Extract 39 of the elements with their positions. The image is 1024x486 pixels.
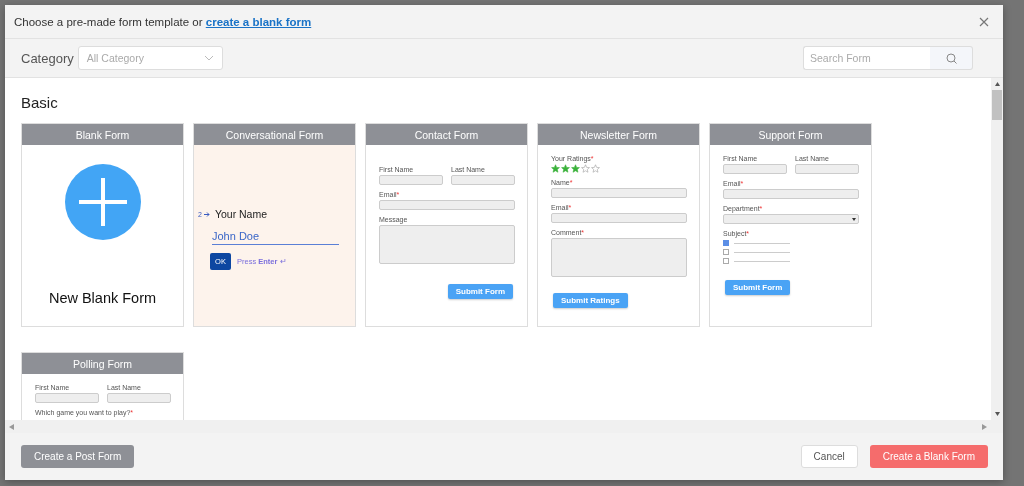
card-title: Newsletter Form xyxy=(538,124,699,145)
template-card[interactable]: Blank Form New Blank Form xyxy=(21,123,184,327)
question-text: Your Name xyxy=(214,208,268,220)
input-field xyxy=(107,393,171,403)
card-title: Conversational Form xyxy=(194,124,355,145)
submit-button: Submit Form xyxy=(725,280,791,295)
blank-form-link[interactable]: create a blank form xyxy=(205,15,312,28)
star-icon xyxy=(591,164,600,173)
scroll-up-icon[interactable] xyxy=(994,81,1000,87)
input-field xyxy=(451,175,515,185)
input-field xyxy=(379,175,443,185)
section-title: Basic xyxy=(21,94,59,111)
cancel-button[interactable]: Cancel xyxy=(800,445,858,468)
scroll-right-icon[interactable] xyxy=(982,423,987,430)
blank-form-label: New Blank Form xyxy=(48,290,157,306)
submit-button: Submit Ratings xyxy=(553,293,628,308)
plus-icon xyxy=(64,164,141,240)
close-icon[interactable] xyxy=(979,16,989,27)
star-icon xyxy=(561,164,570,173)
card-title: Support Form xyxy=(710,124,871,145)
input-field xyxy=(35,393,99,403)
star-icon xyxy=(571,164,580,173)
card-title: Contact Form xyxy=(366,124,527,145)
category-label: Category xyxy=(21,50,74,66)
arrow-icon xyxy=(203,211,210,217)
scroll-down-icon[interactable] xyxy=(994,411,1000,417)
submit-button: Submit Form xyxy=(447,284,513,299)
star-icon xyxy=(581,164,590,173)
input-field xyxy=(723,164,787,174)
caret-icon xyxy=(852,217,856,221)
scrollbar-thumb[interactable] xyxy=(992,90,1002,120)
card-title: Blank Form xyxy=(22,124,183,145)
card-title: Polling Form xyxy=(22,353,183,374)
answer-field: John Doe xyxy=(212,230,339,245)
dialog-title: Choose a pre-made form template or create a blank form xyxy=(14,15,312,28)
scroll-left-icon[interactable] xyxy=(9,423,14,430)
chevron-icon xyxy=(203,55,214,61)
star-icon xyxy=(551,164,560,173)
input-field xyxy=(795,164,859,174)
